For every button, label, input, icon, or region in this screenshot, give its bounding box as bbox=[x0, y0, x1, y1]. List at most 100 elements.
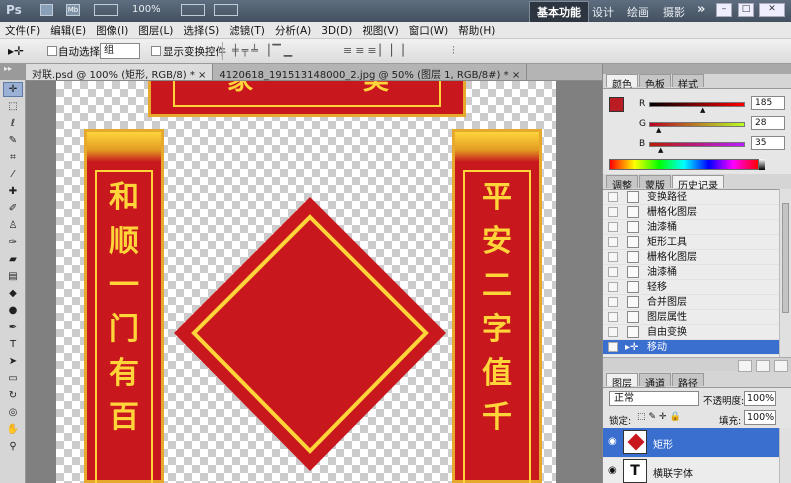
lock-options-icon[interactable]: ⬚✎✛🔒 bbox=[637, 412, 684, 422]
workspace-essentials[interactable]: 基本功能 bbox=[529, 1, 589, 23]
auto-select-checkbox[interactable] bbox=[47, 46, 57, 56]
show-transform-checkbox[interactable] bbox=[151, 46, 161, 56]
history-checkbox[interactable] bbox=[608, 207, 618, 217]
layers-scrollbar[interactable] bbox=[779, 428, 791, 483]
zoom-level-dropdown[interactable]: 100% bbox=[132, 4, 161, 15]
menu-help[interactable]: 帮助(H) bbox=[453, 22, 500, 38]
menu-analysis[interactable]: 分析(A) bbox=[270, 22, 316, 38]
fu-diamond-shape[interactable] bbox=[170, 193, 450, 475]
history-scroll-thumb[interactable] bbox=[782, 203, 789, 313]
zoom-tool-icon[interactable]: ⚲ bbox=[3, 439, 23, 454]
blend-mode-dropdown[interactable]: 正常 bbox=[609, 391, 699, 406]
visibility-eye-icon[interactable]: ◉ bbox=[608, 465, 617, 476]
workspace-painting[interactable]: 绘画 bbox=[620, 2, 656, 22]
tab-paths[interactable]: 路径 bbox=[672, 373, 704, 390]
history-item[interactable]: 轻移 bbox=[603, 280, 779, 295]
minimize-icon[interactable]: – bbox=[716, 3, 732, 17]
workspace-design[interactable]: 设计 bbox=[585, 2, 621, 22]
layer-row-selected[interactable]: ◉ 矩形 bbox=[603, 428, 779, 457]
history-item[interactable]: 图层属性 bbox=[603, 310, 779, 325]
eyedropper-tool-icon[interactable]: ⁄ bbox=[3, 167, 23, 182]
tab-swatches[interactable]: 色板 bbox=[639, 74, 671, 91]
history-item[interactable]: 矩形工具 bbox=[603, 235, 779, 250]
green-slider-thumb-icon[interactable]: ▲ bbox=[656, 126, 661, 134]
tab-masks[interactable]: 蒙版 bbox=[639, 175, 671, 192]
foreground-color-swatch[interactable] bbox=[609, 97, 624, 112]
visibility-eye-icon[interactable]: ◉ bbox=[608, 436, 617, 447]
pen-tool-icon[interactable]: ✒ bbox=[3, 320, 23, 335]
delete-state-icon[interactable] bbox=[771, 359, 788, 372]
menu-file[interactable]: 文件(F) bbox=[0, 22, 45, 38]
history-checkbox[interactable] bbox=[608, 222, 618, 232]
history-item[interactable]: 自由变换 bbox=[603, 325, 779, 340]
document-canvas[interactable]: 家 美 和 顺 一 门 有 百 平 安 二 字 值 千 bbox=[26, 81, 602, 483]
history-checkbox[interactable] bbox=[608, 267, 618, 277]
distribute-buttons-icon[interactable]: ≡≡≡▏▏▏ bbox=[343, 44, 414, 57]
blue-slider-thumb-icon[interactable]: ▲ bbox=[658, 146, 663, 154]
history-brush-tool-icon[interactable]: ✑ bbox=[3, 235, 23, 250]
close-tab-icon[interactable]: × bbox=[198, 70, 206, 81]
tab-adjustments[interactable]: 调整 bbox=[606, 175, 638, 192]
layer-row[interactable]: ◉ T 横联字体 bbox=[603, 458, 779, 483]
tab-history[interactable]: 历史记录 bbox=[672, 175, 724, 192]
view-extras-icon[interactable] bbox=[94, 4, 118, 16]
tab-styles[interactable]: 样式 bbox=[672, 74, 704, 91]
more-workspaces-icon[interactable]: » bbox=[697, 2, 705, 17]
history-scrollbar[interactable] bbox=[779, 189, 791, 357]
lasso-tool-icon[interactable]: ℓ bbox=[3, 116, 23, 131]
auto-align-icon[interactable]: ⫶ bbox=[452, 44, 455, 58]
bridge-icon[interactable] bbox=[40, 4, 53, 16]
menu-3d[interactable]: 3D(D) bbox=[316, 24, 357, 37]
auto-select-dropdown[interactable]: 组 bbox=[100, 43, 140, 59]
clone-stamp-tool-icon[interactable]: ♙ bbox=[3, 218, 23, 233]
gradient-tool-icon[interactable]: ▤ bbox=[3, 269, 23, 284]
history-item[interactable]: 变换路径 bbox=[603, 190, 779, 205]
menu-select[interactable]: 选择(S) bbox=[178, 22, 224, 38]
3d-orbit-tool-icon[interactable]: ◎ bbox=[3, 405, 23, 420]
blue-value-input[interactable]: 35 bbox=[751, 136, 785, 150]
black-white-ramp[interactable] bbox=[759, 159, 765, 170]
move-tool-icon[interactable]: ✛ bbox=[3, 82, 23, 97]
close-window-icon[interactable]: ✕ bbox=[759, 3, 785, 17]
brush-tool-icon[interactable]: ✐ bbox=[3, 201, 23, 216]
red-slider[interactable] bbox=[649, 102, 745, 107]
mini-bridge-icon[interactable]: Mb bbox=[66, 4, 80, 16]
opacity-input[interactable]: 100% bbox=[744, 391, 776, 406]
history-item[interactable]: 油漆桶 bbox=[603, 265, 779, 280]
quick-select-tool-icon[interactable]: ✎ bbox=[3, 133, 23, 148]
new-document-from-state-icon[interactable] bbox=[735, 359, 752, 372]
eraser-tool-icon[interactable]: ▰ bbox=[3, 252, 23, 267]
menu-window[interactable]: 窗口(W) bbox=[404, 22, 454, 38]
move-tool-preset-icon[interactable]: ▸✛ bbox=[8, 44, 24, 58]
crop-tool-icon[interactable]: ⌗ bbox=[3, 150, 23, 165]
history-checkbox[interactable] bbox=[608, 192, 618, 202]
green-slider[interactable] bbox=[649, 122, 745, 127]
history-checkbox[interactable] bbox=[608, 237, 618, 247]
arrange-documents-icon[interactable] bbox=[181, 4, 205, 16]
history-item[interactable]: 栅格化图层 bbox=[603, 250, 779, 265]
history-checkbox[interactable] bbox=[608, 297, 618, 307]
blur-tool-icon[interactable]: ◆ bbox=[3, 286, 23, 301]
menu-filter[interactable]: 滤镜(T) bbox=[224, 22, 270, 38]
history-checkbox[interactable] bbox=[608, 342, 618, 352]
history-item[interactable]: 油漆桶 bbox=[603, 220, 779, 235]
menu-image[interactable]: 图像(I) bbox=[91, 22, 133, 38]
fill-input[interactable]: 100% bbox=[744, 410, 776, 425]
type-tool-icon[interactable]: T bbox=[3, 337, 23, 352]
menu-view[interactable]: 视图(V) bbox=[357, 22, 403, 38]
tab-layers[interactable]: 图层 bbox=[606, 373, 638, 390]
color-spectrum-bar[interactable] bbox=[609, 159, 759, 170]
tab-channels[interactable]: 通道 bbox=[639, 373, 671, 390]
dodge-tool-icon[interactable]: ● bbox=[3, 303, 23, 318]
history-checkbox[interactable] bbox=[608, 282, 618, 292]
document-tab-2[interactable]: 4120618_191513148000_2.jpg @ 50% (图层 1, … bbox=[213, 64, 528, 81]
history-checkbox[interactable] bbox=[608, 327, 618, 337]
screen-mode-icon[interactable] bbox=[214, 4, 238, 16]
workspace-photography[interactable]: 摄影 bbox=[656, 2, 692, 22]
menu-layer[interactable]: 图层(L) bbox=[133, 22, 178, 38]
new-snapshot-icon[interactable] bbox=[753, 359, 770, 372]
document-tab-1[interactable]: 对联.psd @ 100% (矩形, RGB/8) * × bbox=[26, 64, 214, 81]
green-value-input[interactable]: 28 bbox=[751, 116, 785, 130]
healing-tool-icon[interactable]: ✚ bbox=[3, 184, 23, 199]
history-item[interactable]: 合并图层 bbox=[603, 295, 779, 310]
